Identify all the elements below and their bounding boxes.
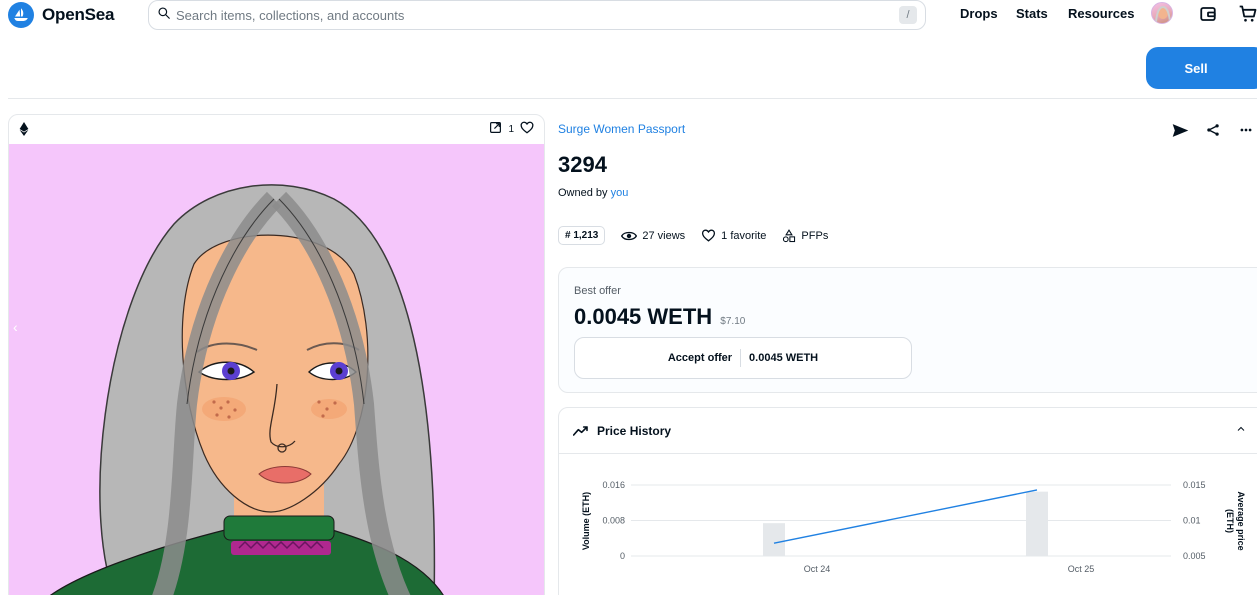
best-offer-panel: Best offer 0.0045 WETH $7.10 Accept offe…	[558, 267, 1257, 393]
best-offer-amount: 0.0045 WETH	[574, 304, 713, 329]
card-toolbar: 1	[9, 115, 544, 144]
opensea-logo[interactable]: OpenSea	[8, 2, 114, 28]
nft-title: 3294	[558, 152, 607, 177]
send-icon[interactable]	[1170, 120, 1190, 140]
left-tick-label: 0.016	[602, 480, 625, 490]
eye-icon	[621, 231, 638, 240]
right-tick-label: 0.015	[1183, 480, 1206, 490]
price-history-title: Price History	[597, 423, 672, 438]
favorites-count: 1	[508, 123, 514, 135]
nav-stats[interactable]: Stats	[1016, 6, 1048, 21]
average-price-line	[773, 489, 1038, 544]
avatar[interactable]	[1151, 2, 1173, 24]
header: OpenSea / Drops Stats Resources	[0, 0, 1257, 30]
search-icon	[157, 6, 171, 25]
accept-offer-button[interactable]: Accept offer 0.0045 WETH	[574, 337, 912, 379]
y-axis-right-label: Average price	[1236, 491, 1246, 550]
left-tick-label: 0.008	[602, 516, 625, 526]
nft-portrait	[50, 184, 444, 595]
opensea-boat-icon	[8, 2, 34, 28]
nav-drops[interactable]: Drops	[960, 6, 998, 21]
nft-image-card: 1 ‹	[8, 114, 545, 595]
heart-icon	[702, 229, 716, 242]
y-axis-right-label-unit: (ETH)	[1225, 509, 1235, 533]
header-divider	[8, 98, 1257, 99]
views-stat: 27 views	[621, 230, 685, 242]
cart-icon[interactable]	[1237, 3, 1257, 25]
best-offer-value: 0.0045 WETH $7.10	[574, 304, 745, 330]
nav-resources[interactable]: Resources	[1068, 6, 1134, 21]
wallet-icon[interactable]	[1197, 3, 1219, 25]
search-shortcut-key: /	[899, 6, 917, 24]
nft-artwork[interactable]: ‹	[9, 144, 544, 595]
category-stat[interactable]: PFPs	[782, 228, 829, 243]
accept-offer-value: 0.0045 WETH	[749, 352, 819, 364]
search-bar[interactable]: /	[148, 0, 926, 30]
owned-by-label: Owned by	[558, 187, 608, 199]
x-tick-label: Oct 24	[804, 564, 831, 574]
logo-text: OpenSea	[42, 5, 115, 24]
right-tick-label: 0.01	[1183, 516, 1201, 526]
chevron-up-icon[interactable]	[1235, 423, 1247, 438]
price-history-panel: Price History 0.016 0.008 0 0.015 0.01 0.005 V…	[558, 407, 1257, 595]
card-actions: 1	[489, 121, 534, 137]
external-link-icon[interactable]	[489, 121, 502, 137]
owner-link[interactable]: you	[611, 187, 629, 199]
left-tick-label: 0	[620, 551, 625, 561]
heart-icon[interactable]	[520, 121, 534, 137]
favorites-text: 1 favorite	[721, 229, 767, 242]
favorites-stat: 1 favorite	[701, 229, 766, 242]
category-text: PFPs	[801, 229, 829, 242]
y-axis-left-label: Volume (ETH)	[581, 492, 591, 550]
best-offer-label: Best offer	[574, 285, 621, 297]
rank-badge[interactable]: # 1,213	[558, 226, 606, 245]
search-input[interactable]	[176, 7, 876, 23]
right-tick-label: 0.005	[1183, 551, 1206, 561]
trend-line-icon	[573, 425, 588, 436]
shapes-icon	[783, 228, 796, 242]
volume-bar	[763, 523, 785, 556]
views-count: 27 views	[642, 229, 686, 242]
price-history-header[interactable]: Price History	[559, 408, 1257, 454]
x-tick-label: Oct 25	[1068, 564, 1095, 574]
volume-bar	[1026, 491, 1048, 556]
price-history-chart: 0.016 0.008 0 0.015 0.01 0.005 Volume (ETH) Ave…	[581, 480, 1246, 574]
share-icon[interactable]	[1204, 120, 1222, 140]
ethereum-icon	[19, 122, 29, 141]
accept-offer-separator	[740, 349, 742, 367]
owned-by: Owned by you	[558, 187, 628, 199]
stats-row: # 1,213 27 views 1 favorite PFPs	[558, 226, 828, 245]
best-offer-usd: $7.10	[720, 316, 746, 327]
chevron-left-icon[interactable]: ‹	[13, 319, 18, 335]
sell-button[interactable]: Sell	[1146, 47, 1257, 89]
collection-link[interactable]: Surge Women Passport	[558, 122, 685, 136]
accept-offer-label: Accept offer	[667, 352, 733, 364]
more-icon[interactable]	[1237, 120, 1255, 140]
